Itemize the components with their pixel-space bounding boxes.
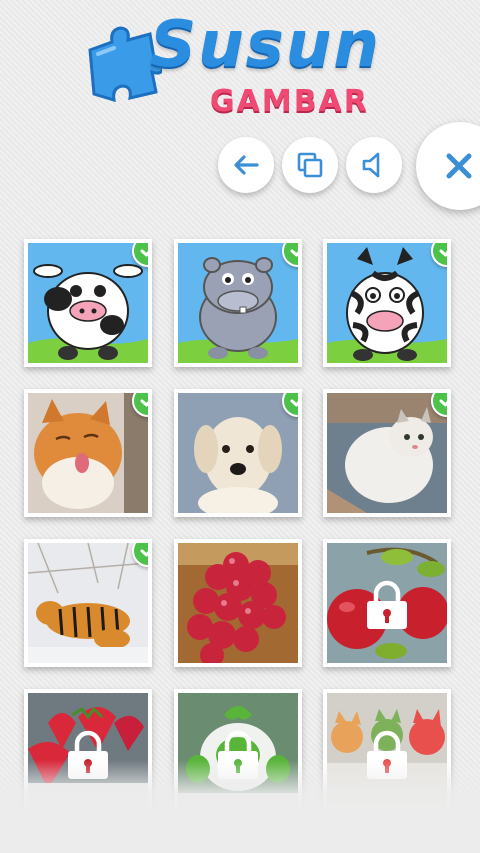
puzzle-tile-apples[interactable] bbox=[323, 539, 451, 667]
puzzle-tile-grapes[interactable] bbox=[174, 539, 302, 667]
grapes-image bbox=[178, 543, 298, 663]
white-kitten-image bbox=[327, 393, 447, 513]
puzzle-tile-hippo[interactable] bbox=[174, 239, 302, 367]
puzzle-grid bbox=[0, 0, 480, 853]
lock-icon bbox=[367, 580, 407, 629]
puzzle-tile-white-kitten[interactable] bbox=[323, 389, 451, 517]
zebra-image bbox=[327, 243, 447, 363]
bottom-fade bbox=[0, 760, 480, 853]
puzzle-tile-tigers[interactable] bbox=[24, 539, 152, 667]
puzzle-tile-cow[interactable] bbox=[24, 239, 152, 367]
orange-cat-image bbox=[28, 393, 148, 513]
puppy-image bbox=[178, 393, 298, 513]
tigers-image bbox=[28, 543, 148, 663]
hippo-image bbox=[178, 243, 298, 363]
puzzle-tile-puppy[interactable] bbox=[174, 389, 302, 517]
cow-image bbox=[28, 243, 148, 363]
puzzle-tile-zebra[interactable] bbox=[323, 239, 451, 367]
puzzle-tile-orange-cat[interactable] bbox=[24, 389, 152, 517]
